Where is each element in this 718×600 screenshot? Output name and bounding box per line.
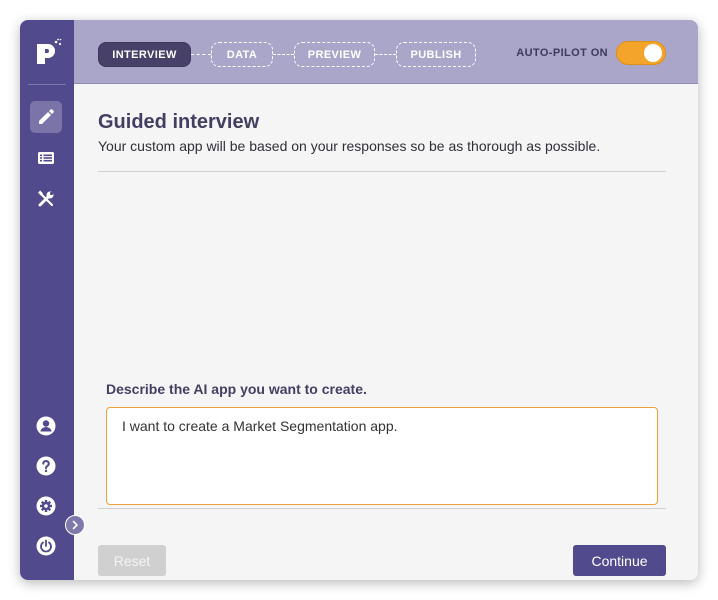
main-content: Guided interview Your custom app will be… [74, 85, 698, 580]
step-preview[interactable]: PREVIEW [294, 42, 375, 67]
logo-icon [37, 38, 62, 64]
sidebar-item-account[interactable] [30, 410, 62, 442]
toggle-knob [644, 44, 662, 62]
user-icon [36, 416, 56, 436]
tools-icon [38, 190, 54, 207]
continue-button[interactable]: Continue [573, 545, 666, 576]
sidebar-item-list[interactable] [30, 142, 62, 174]
sidebar [20, 20, 74, 580]
question-icon [36, 456, 56, 476]
autopilot-label: AUTO-PILOT ON [516, 47, 608, 59]
step-connector [375, 54, 396, 55]
footer-divider [98, 508, 666, 509]
sidebar-item-tools[interactable] [30, 183, 62, 215]
sidebar-item-edit[interactable] [30, 101, 62, 133]
stepper-header: INTERVIEW DATA PREVIEW PUBLISH AUTO-PILO… [74, 20, 698, 84]
sidebar-expand-button[interactable] [65, 515, 85, 535]
sidebar-item-power[interactable] [30, 530, 62, 562]
step-interview[interactable]: INTERVIEW [98, 42, 191, 67]
chevron-right-icon [72, 520, 78, 530]
gear-icon [36, 496, 56, 516]
step-connector [273, 54, 294, 55]
step-connector [191, 54, 211, 55]
sidebar-item-help[interactable] [30, 450, 62, 482]
prompt-label: Describe the AI app you want to create. [106, 381, 367, 397]
logo [34, 38, 64, 70]
sidebar-divider [28, 84, 66, 85]
sidebar-item-settings[interactable] [30, 490, 62, 522]
step-publish[interactable]: PUBLISH [396, 42, 476, 67]
power-icon [36, 536, 56, 556]
reset-button[interactable]: Reset [98, 545, 166, 576]
header-divider [98, 171, 666, 172]
page-title: Guided interview [98, 111, 260, 133]
step-data[interactable]: DATA [211, 42, 273, 67]
pencil-icon [39, 109, 54, 124]
page-subtitle: Your custom app will be based on your re… [98, 138, 601, 154]
list-icon [38, 152, 54, 164]
autopilot-toggle[interactable] [616, 41, 666, 65]
app-window: INTERVIEW DATA PREVIEW PUBLISH AUTO-PILO… [20, 20, 698, 580]
app-description-input[interactable]: I want to create a Market Segmentation a… [106, 407, 658, 505]
